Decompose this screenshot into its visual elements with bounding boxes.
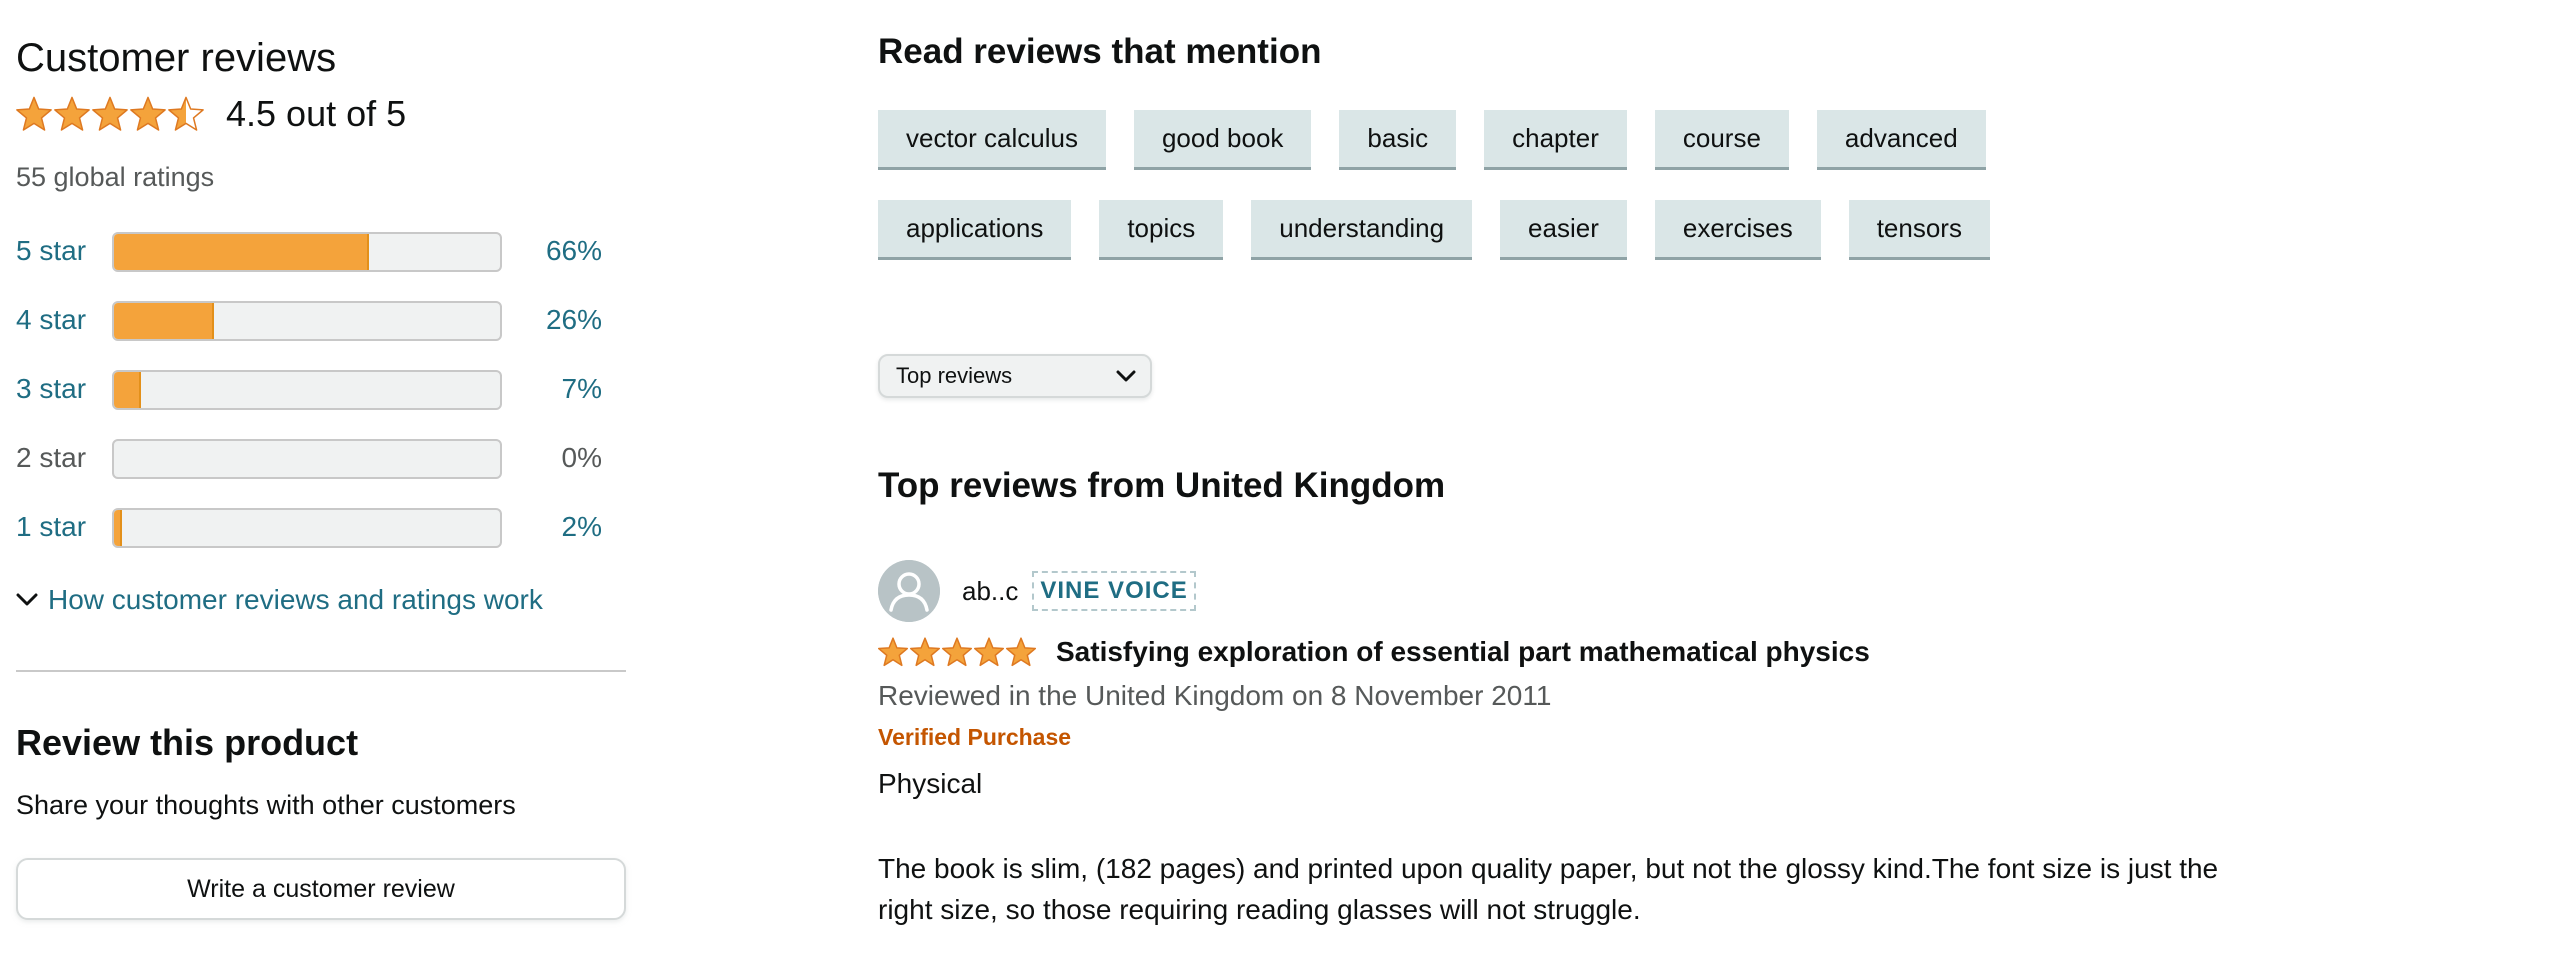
star-shape <box>168 96 204 131</box>
histogram-label[interactable]: 3 star <box>16 373 86 405</box>
review-header: Satisfying exploration of essential part… <box>878 636 1870 668</box>
histogram-percent[interactable]: 26% <box>502 304 602 336</box>
rating-out-of-text: 4.5 out of 5 <box>226 93 407 134</box>
histogram-label: 2 star <box>16 442 87 473</box>
verified-purchase-badge[interactable]: Verified Purchase <box>878 724 1071 751</box>
user-icon <box>878 560 940 622</box>
review-title[interactable]: Satisfying exploration of essential part… <box>1056 636 1870 668</box>
histogram-percent[interactable]: 66% <box>502 235 602 267</box>
histogram-bar[interactable] <box>112 301 502 341</box>
star-shape <box>130 96 166 131</box>
average-rating[interactable]: 4.5 out of 5 <box>16 96 406 132</box>
customer-reviews-heading: Customer reviews <box>16 36 337 80</box>
review-this-product-subtitle: Share your thoughts with other customers <box>16 790 516 820</box>
mention-chip[interactable]: advanced <box>1816 110 1986 170</box>
how-reviews-work-link[interactable]: How customer reviews and ratings work <box>16 584 543 616</box>
mention-chip[interactable]: basic <box>1339 110 1457 170</box>
histogram-label[interactable]: 4 star <box>16 304 86 336</box>
mention-chip[interactable]: applications <box>878 200 1072 260</box>
how-reviews-work-text[interactable]: How customer reviews and ratings work <box>48 584 543 616</box>
chevron-down-icon <box>16 593 38 607</box>
star-shape <box>909 637 941 667</box>
mention-chips-row-1: vector calculus good book basic chapter … <box>878 110 1986 170</box>
mention-chips-row-2: applications topics understanding easier… <box>878 200 1990 260</box>
histogram-bar-fill <box>114 303 215 339</box>
mentions-heading: Read reviews that mention <box>878 32 1322 71</box>
review-date: Reviewed in the United Kingdom on 8 Nove… <box>878 680 1552 711</box>
histogram-percent[interactable]: 2% <box>502 511 602 543</box>
star-shape <box>54 96 90 131</box>
histogram-row-1-star[interactable]: 1 star 2% <box>16 508 626 548</box>
histogram-percent[interactable]: 7% <box>502 373 602 405</box>
global-ratings-count: 55 global ratings <box>16 162 215 192</box>
histogram-bar[interactable] <box>112 370 502 410</box>
reviewer-profile[interactable]: ab..c VINE VOICE <box>878 560 1196 622</box>
histogram-row-2-star: 2 star 0% <box>16 439 626 479</box>
mention-chip[interactable]: understanding <box>1251 200 1473 260</box>
star-shape <box>941 637 973 667</box>
star-shape <box>878 637 909 667</box>
vine-voice-badge[interactable]: VINE VOICE <box>1032 571 1196 611</box>
top-reviews-heading: Top reviews from United Kingdom <box>878 466 1446 505</box>
histogram-row-5-star[interactable]: 5 star 66% <box>16 232 626 272</box>
mention-chip[interactable]: course <box>1654 110 1789 170</box>
review-body: The book is slim, (182 pages) and printe… <box>878 853 2219 925</box>
section-divider <box>16 670 626 672</box>
sort-reviews-dropdown[interactable]: Top reviews <box>878 354 1152 398</box>
histogram-bar-fill <box>114 510 122 546</box>
star-shape <box>973 637 1005 667</box>
histogram-bar[interactable] <box>112 508 502 548</box>
mention-chip[interactable]: tensors <box>1848 200 1990 260</box>
review-this-product-heading: Review this product <box>16 722 359 763</box>
star-shape <box>1005 637 1036 667</box>
histogram-bar-fill <box>114 372 142 408</box>
histogram-bar-fill <box>114 234 369 270</box>
star-rating-icon <box>16 96 204 132</box>
histogram-label[interactable]: 5 star <box>16 235 86 267</box>
histogram-percent: 0% <box>561 442 602 473</box>
mention-chip[interactable]: easier <box>1500 200 1627 260</box>
star-shape <box>92 96 128 131</box>
star-shape <box>16 96 52 131</box>
histogram-row-4-star[interactable]: 4 star 26% <box>16 301 626 341</box>
write-review-button[interactable]: Write a customer review <box>16 858 626 920</box>
mention-chip[interactable]: vector calculus <box>878 110 1106 170</box>
star-rating-icon[interactable] <box>878 637 1036 667</box>
mention-chip[interactable]: good book <box>1133 110 1312 170</box>
avatar[interactable] <box>878 560 940 622</box>
histogram-row-3-star[interactable]: 3 star 7% <box>16 370 626 410</box>
histogram-bar[interactable] <box>112 232 502 272</box>
histogram-bar <box>112 439 502 479</box>
reviewer-name[interactable]: ab..c <box>962 576 1018 607</box>
review-format: Physical <box>878 768 983 799</box>
mention-chip[interactable]: topics <box>1099 200 1224 260</box>
mention-chip[interactable]: chapter <box>1484 110 1627 170</box>
mention-chip[interactable]: exercises <box>1654 200 1821 260</box>
histogram-label[interactable]: 1 star <box>16 511 86 543</box>
chevron-down-icon <box>1116 370 1136 382</box>
sort-selected-value: Top reviews <box>896 363 1013 388</box>
